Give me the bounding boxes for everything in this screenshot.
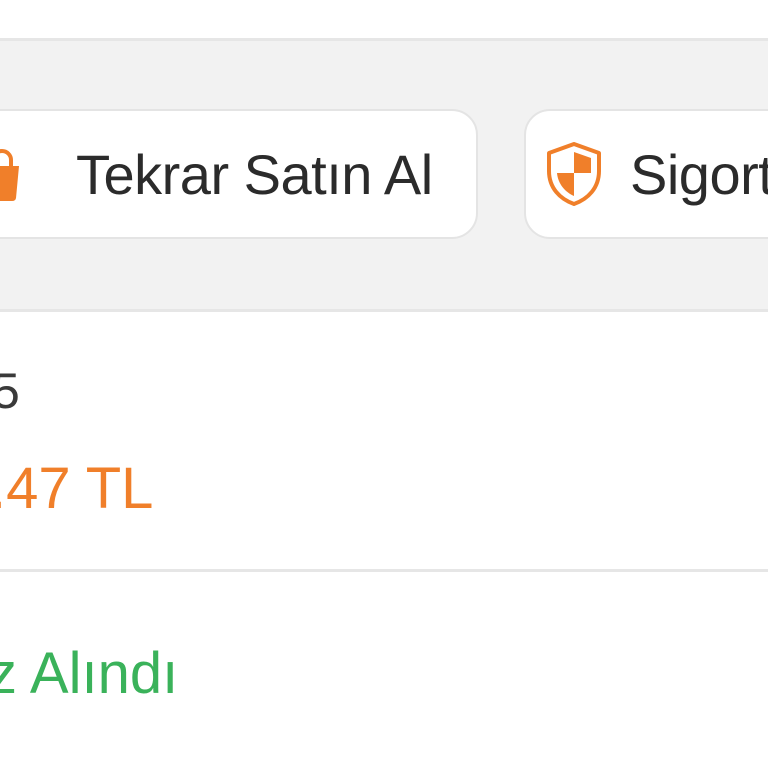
shopping-bag-icon <box>0 146 42 202</box>
rebuy-button-label: Tekrar Satın Al <box>76 142 433 206</box>
order-status: z Alındı <box>0 641 179 706</box>
rebuy-button[interactable]: Tekrar Satın Al <box>0 109 478 239</box>
actions-bar-divider <box>0 309 768 312</box>
shield-icon <box>544 141 604 207</box>
insurance-button[interactable]: Sigort <box>524 109 768 239</box>
insurance-button-label: Sigort <box>630 142 768 206</box>
item-quantity: 5 <box>0 363 20 419</box>
item-price: .47 TL <box>0 456 154 521</box>
section-divider <box>0 569 768 572</box>
order-detail-screen: Tekrar Satın Al Sigort 5 .47 TL z Alındı <box>0 0 768 768</box>
